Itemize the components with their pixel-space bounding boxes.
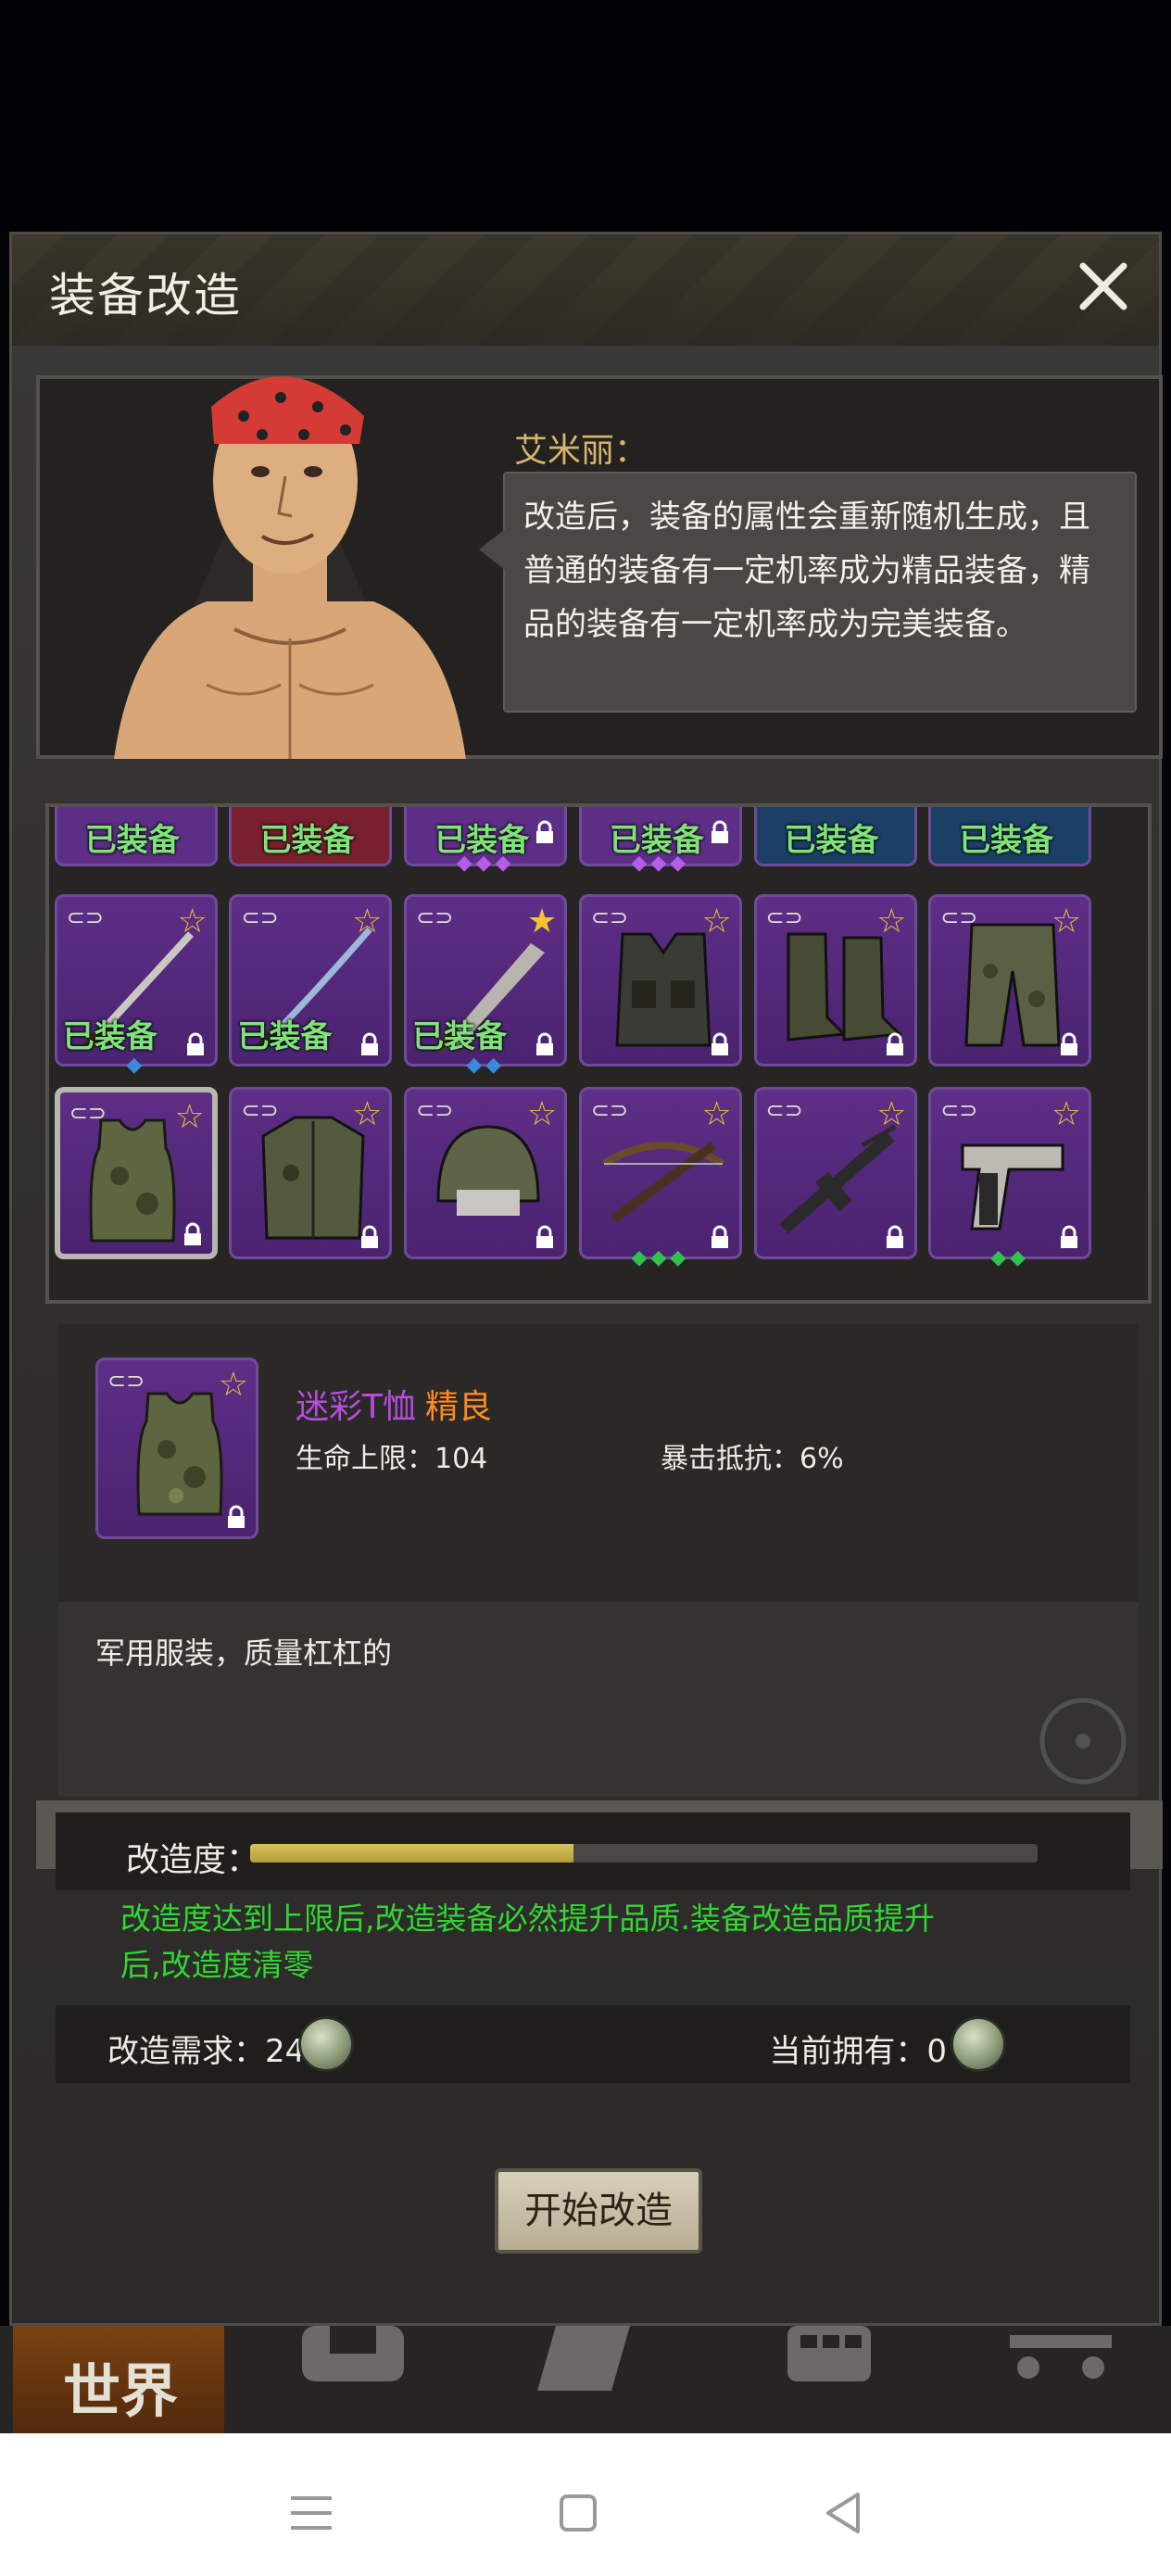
owned-text: 当前拥有：0 bbox=[769, 2033, 947, 2070]
item-slot-tank-top[interactable]: ⊂⊃ ☆ bbox=[54, 1087, 218, 1259]
item-slot-machete[interactable]: ⊂⊃ ★ 已装备 ◆◆ bbox=[404, 894, 568, 1077]
gem-indicator: ◆◆◆ bbox=[631, 1246, 690, 1269]
lock-icon bbox=[183, 1222, 201, 1245]
menu-icon[interactable] bbox=[283, 2485, 339, 2541]
equipped-slot[interactable]: 已装备 ◆◆◆ bbox=[404, 807, 568, 875]
item-description: 军用服装，质量杠杠的 bbox=[95, 1635, 393, 1671]
item-slot-pants[interactable]: ⊂⊃ ☆ bbox=[928, 894, 1092, 1067]
speech-bubble: 改造后，装备的属性会重新随机生成，且 普通的装备有一定机率成为精品装备，精 品的… bbox=[479, 472, 1137, 713]
modify-progress-bar bbox=[250, 1844, 1038, 1863]
lock-icon bbox=[228, 1505, 245, 1528]
equipped-slot[interactable]: 已装备 ◆◆◆ bbox=[578, 807, 742, 875]
npc-name: 艾米丽： bbox=[514, 432, 648, 470]
crafting-icon[interactable] bbox=[769, 2326, 889, 2391]
stat-crit-resist: 暴击抵抗：6% bbox=[661, 1443, 844, 1475]
item-slot-helmet[interactable]: ⊂⊃ ☆ bbox=[404, 1087, 568, 1259]
backpack-icon[interactable] bbox=[293, 2326, 413, 2391]
start-modify-button[interactable]: 开始改造 bbox=[495, 2168, 702, 2254]
item-slot-pistol[interactable]: ⊂⊃ ☆ ◆◆ bbox=[928, 1087, 1092, 1269]
bottom-nav: 世界 bbox=[0, 2326, 1171, 2433]
status-bar-area bbox=[0, 0, 1171, 232]
item-slot-boots[interactable]: ⊂⊃ ☆ bbox=[753, 894, 917, 1067]
stat-max-hp: 生命上限：104 bbox=[296, 1443, 488, 1475]
npc-dialog: 艾米丽： 改造后，装备的属性会重新随机生成，且 普通的装备有一定机率成为精品装备… bbox=[36, 375, 1163, 759]
modify-progress-fill bbox=[250, 1844, 573, 1863]
tank-top-icon bbox=[136, 1392, 223, 1516]
npc-portrait bbox=[114, 376, 466, 759]
gem-indicator: ◆◆ bbox=[990, 1246, 1030, 1269]
equipped-slot[interactable]: 已装备 bbox=[928, 807, 1092, 866]
home-icon[interactable] bbox=[550, 2485, 606, 2541]
item-name: 迷彩T恤 精良 bbox=[296, 1380, 492, 1428]
lock-icon bbox=[1061, 1032, 1078, 1055]
lock-icon bbox=[536, 1225, 554, 1248]
item-slot-rifle[interactable]: ⊂⊃ ☆ bbox=[753, 1087, 917, 1259]
equipped-slot[interactable]: 已装备 bbox=[54, 807, 218, 866]
lock-icon bbox=[886, 1225, 903, 1248]
equipped-label: 已装备 bbox=[412, 1018, 508, 1055]
requirement-text: 改造需求：24 bbox=[107, 2033, 306, 2070]
item-slot-vest[interactable]: ⊂⊃ ☆ bbox=[578, 894, 742, 1067]
nav-world-label: 世界 bbox=[63, 2357, 179, 2425]
equipped-label: 已装备 bbox=[84, 822, 180, 859]
gem-indicator: ◆◆ bbox=[466, 1054, 506, 1077]
equipped-label: 已装备 bbox=[784, 822, 879, 859]
equipped-slot[interactable]: 已装备 bbox=[753, 807, 917, 866]
equipped-label: 已装备 bbox=[62, 1018, 157, 1055]
coin-icon bbox=[298, 2016, 354, 2072]
item-name-text: 迷彩T恤 bbox=[296, 1388, 416, 1426]
panel-title: 装备改造 bbox=[49, 269, 242, 322]
radiation-icon bbox=[1039, 1698, 1127, 1785]
gem-indicator: ◆ bbox=[126, 1054, 146, 1077]
nav-world-tab[interactable]: 世界 bbox=[13, 2326, 224, 2433]
modify-progress-row: 改造度： bbox=[56, 1812, 1130, 1890]
coin-icon bbox=[951, 2016, 1006, 2072]
equipped-label: 已装备 bbox=[259, 822, 355, 859]
item-detail-panel: ⊂⊃ ☆ 迷彩T恤 精良 生命上限：104 暴击抵抗：6% bbox=[58, 1324, 1139, 1602]
close-button[interactable] bbox=[1074, 257, 1133, 316]
modify-progress-label: 改造度： bbox=[126, 1841, 260, 1879]
item-slot-crossbow[interactable]: ⊂⊃ ☆ ◆◆◆ bbox=[578, 1087, 742, 1269]
back-icon[interactable] bbox=[815, 2485, 871, 2541]
requirement-row: 改造需求：24 当前拥有：0 bbox=[56, 2005, 1130, 2083]
lock-icon bbox=[536, 820, 554, 843]
gem-indicator: ◆◆◆ bbox=[456, 852, 515, 875]
vehicle-icon[interactable] bbox=[1001, 2326, 1121, 2391]
lock-icon bbox=[361, 1225, 379, 1248]
inventory-grid: 已装备 已装备 已装备 ◆◆◆ 已装备 ◆◆◆ 已装备 已装备 ⊂⊃ ☆ 已装备 ◆ ⊂⊃ ☆ 已装备 ⊂⊃ ★… bbox=[45, 803, 1152, 1304]
item-slot-sword[interactable]: ⊂⊃ ☆ 已装备 ◆ bbox=[54, 894, 218, 1077]
character-icon[interactable] bbox=[528, 2326, 648, 2391]
lock-icon bbox=[711, 820, 728, 843]
detail-item-slot: ⊂⊃ ☆ bbox=[95, 1357, 258, 1539]
item-slot-katana[interactable]: ⊂⊃ ☆ 已装备 bbox=[229, 894, 393, 1067]
lock-icon bbox=[711, 1032, 728, 1055]
speech-line: 普通的装备有一定机率成为精品装备，精 bbox=[523, 552, 1090, 589]
equipped-label: 已装备 bbox=[237, 1018, 333, 1055]
speech-line: 品的装备有一定机率成为完美装备。 bbox=[523, 606, 1027, 643]
close-icon bbox=[1079, 262, 1127, 310]
equipped-label: 已装备 bbox=[959, 822, 1054, 859]
speech-line: 改造后，装备的属性会重新随机生成，且 bbox=[523, 499, 1090, 536]
gem-indicator: ◆◆◆ bbox=[631, 852, 690, 875]
equipped-slot[interactable]: 已装备 bbox=[229, 807, 393, 866]
item-quality: 精良 bbox=[425, 1388, 493, 1426]
lock-icon bbox=[361, 1032, 379, 1055]
lock-icon bbox=[886, 1032, 903, 1055]
item-slot-jacket[interactable]: ⊂⊃ ☆ bbox=[229, 1087, 393, 1259]
system-nav-bar bbox=[0, 2433, 1171, 2576]
item-description-panel: 军用服装，质量杠杠的 bbox=[58, 1602, 1139, 1797]
modify-note: 改造度达到上限后,改造装备必然提升品质.装备改造品质提升后,改造度清零 bbox=[120, 1900, 935, 1983]
